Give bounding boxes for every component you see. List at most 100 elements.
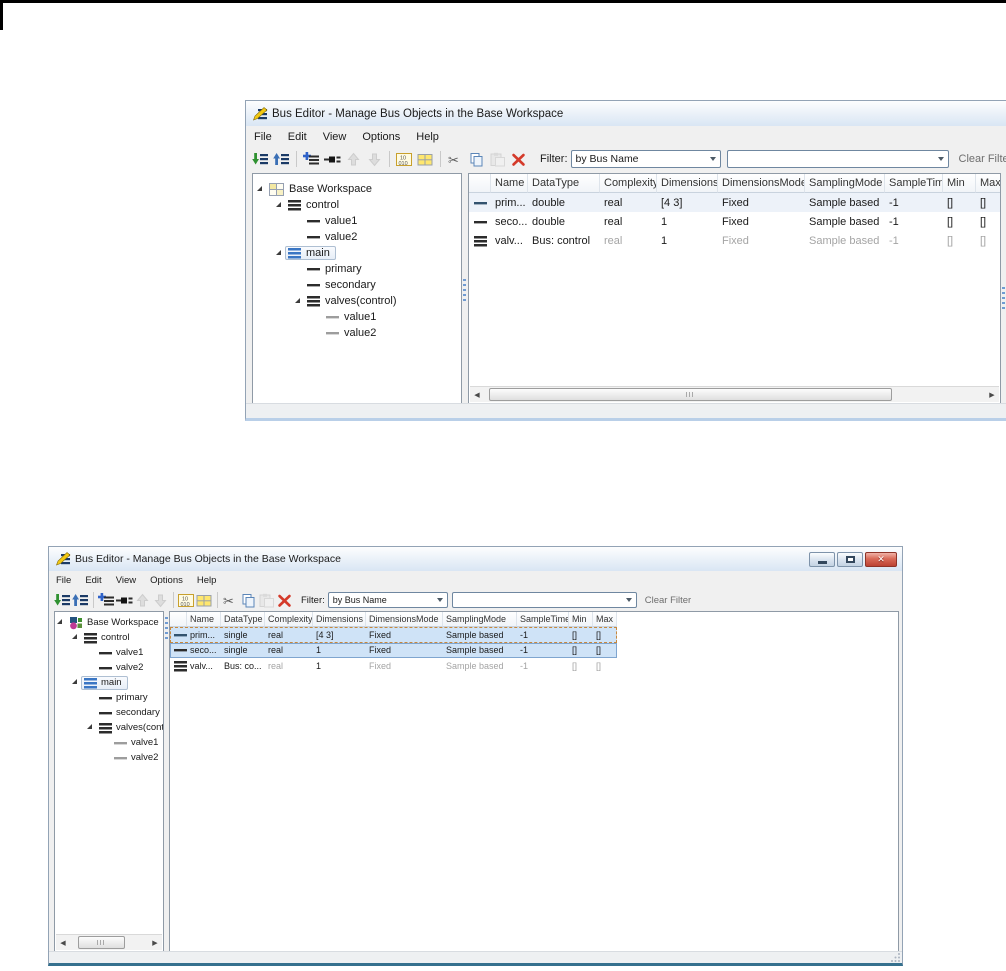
title-bar[interactable]: Bus Editor - Manage Bus Objects in the B… — [49, 547, 902, 572]
tree-item-secondary[interactable]: secondary — [55, 705, 163, 720]
table-row[interactable]: seco... single real 1 Fixed Sample based -1 [] [… — [170, 642, 617, 658]
tree-item-value1[interactable]: value1 — [253, 309, 461, 325]
close-button[interactable]: ✕ — [865, 551, 897, 567]
title-bar[interactable]: Bus Editor - Manage Bus Objects in the B… — [246, 101, 1006, 127]
minimize-button[interactable] — [809, 551, 835, 567]
add-bus-icon[interactable] — [302, 150, 321, 169]
tree-item-value2[interactable]: value2 — [253, 325, 461, 341]
tree-item-valves-control-[interactable]: valves(control) — [253, 293, 461, 309]
paste-icon[interactable] — [258, 592, 275, 609]
filter-text-input[interactable] — [727, 152, 934, 166]
menu-view[interactable]: View — [109, 575, 143, 586]
tree-item-control[interactable]: control — [55, 630, 163, 645]
tree-item-main[interactable]: main — [55, 675, 163, 690]
binary-display-icon[interactable]: 10 010 — [178, 592, 195, 609]
clear-filter-button[interactable]: Clear Filter — [645, 595, 691, 606]
filter-text-input[interactable] — [452, 593, 622, 607]
grid-view-icon[interactable] — [196, 592, 213, 609]
menu-options[interactable]: Options — [143, 575, 190, 586]
grid-view-icon[interactable] — [416, 150, 435, 169]
column-header-datatype[interactable]: DataType — [528, 174, 600, 193]
filter-text-combo[interactable] — [726, 150, 949, 168]
column-header-max[interactable]: Max — [976, 174, 1000, 193]
tree-item-primary[interactable]: primary — [55, 690, 163, 705]
pane-splitter-handle[interactable] — [463, 279, 466, 303]
move-up-icon[interactable] — [134, 592, 151, 609]
tree-item-valve2[interactable]: valve2 — [55, 750, 163, 765]
table-row[interactable]: seco... double real 1 Fixed Sample based -1 [] [… — [469, 212, 1000, 231]
column-header-dimensionsmode[interactable]: DimensionsMode — [718, 174, 805, 193]
tree-item-base-workspace[interactable]: Base Workspace — [55, 615, 163, 630]
tree-item-valve2[interactable]: valve2 — [55, 660, 163, 675]
add-bus-icon[interactable] — [98, 592, 115, 609]
tree-item-base-workspace[interactable]: Base Workspace — [253, 181, 461, 197]
horizontal-scrollbar[interactable]: ◀ ▶ — [56, 934, 162, 950]
move-up-icon[interactable] — [344, 150, 363, 169]
tree-item-control[interactable]: control — [253, 197, 461, 213]
scrollbar-track[interactable] — [484, 387, 985, 402]
column-header-datatype[interactable]: DataType — [221, 612, 265, 627]
scrollbar-track[interactable] — [70, 935, 148, 950]
import-icon[interactable] — [251, 150, 270, 169]
pane-splitter-handle[interactable] — [165, 617, 168, 641]
menu-options[interactable]: Options — [354, 131, 408, 143]
tree-item-valve1[interactable]: valve1 — [55, 735, 163, 750]
cut-icon[interactable]: ✂ — [222, 592, 239, 609]
horizontal-scrollbar[interactable]: ◀ ▶ — [470, 386, 999, 402]
menu-file[interactable]: File — [246, 131, 280, 143]
tree-item-valves-control-[interactable]: valves(control) — [55, 720, 163, 735]
column-header-max[interactable]: Max — [593, 612, 617, 627]
delete-icon[interactable] — [276, 592, 293, 609]
column-header-samplingmode[interactable]: SamplingMode — [805, 174, 885, 193]
move-down-icon[interactable] — [152, 592, 169, 609]
delete-icon[interactable] — [509, 150, 528, 169]
column-header-dimensions[interactable]: Dimensions — [313, 612, 366, 627]
column-header-complexity[interactable]: Complexity — [600, 174, 657, 193]
scroll-left-arrow-icon[interactable]: ◀ — [56, 935, 70, 950]
tree-item-secondary[interactable]: secondary — [253, 277, 461, 293]
scroll-right-arrow-icon[interactable]: ▶ — [148, 935, 162, 950]
column-header-samplingmode[interactable]: SamplingMode — [443, 612, 517, 627]
filter-by-dropdown[interactable]: by Bus Name — [570, 150, 721, 168]
filter-text-combo[interactable] — [451, 592, 637, 608]
tree-item-main[interactable]: main — [253, 245, 461, 261]
tree-expander-icon[interactable] — [295, 297, 300, 303]
column-header-min[interactable]: Min — [569, 612, 593, 627]
column-header-blank[interactable] — [469, 174, 491, 193]
table-row[interactable]: valv... Bus: control real 1 Fixed Sample base… — [469, 231, 1000, 250]
tree-expander-icon[interactable] — [72, 679, 77, 684]
menu-edit[interactable]: Edit — [280, 131, 315, 143]
scroll-right-arrow-icon[interactable]: ▶ — [985, 387, 999, 402]
tree-item-valve1[interactable]: valve1 — [55, 645, 163, 660]
menu-help[interactable]: Help — [408, 131, 447, 143]
tree-expander-icon[interactable] — [276, 249, 281, 255]
table-row[interactable]: valv... Bus: co... real 1 Fixed Sample based -… — [170, 658, 617, 674]
tree-item-primary[interactable]: primary — [253, 261, 461, 277]
column-header-blank[interactable] — [170, 612, 187, 627]
column-header-name[interactable]: Name — [491, 174, 528, 193]
export-icon[interactable] — [72, 592, 89, 609]
menu-view[interactable]: View — [315, 131, 355, 143]
cut-icon[interactable]: ✂ — [446, 150, 465, 169]
scroll-left-arrow-icon[interactable]: ◀ — [470, 387, 484, 402]
scrollbar-thumb[interactable] — [77, 936, 126, 949]
menu-help[interactable]: Help — [190, 575, 224, 586]
tree-expander-icon[interactable] — [276, 201, 281, 207]
menu-file[interactable]: File — [49, 575, 78, 586]
filter-by-dropdown[interactable]: by Bus Name — [327, 592, 448, 608]
table-row[interactable]: prim... double real [4 3] Fixed Sample based -… — [469, 193, 1000, 212]
add-element-icon[interactable] — [116, 592, 133, 609]
scrollbar-thumb[interactable] — [489, 388, 892, 401]
tree-expander-icon[interactable] — [57, 619, 62, 624]
copy-icon[interactable] — [240, 592, 257, 609]
column-header-name[interactable]: Name — [187, 612, 221, 627]
column-header-dimensions[interactable]: Dimensions — [657, 174, 718, 193]
binary-display-icon[interactable]: 10 010 — [395, 150, 414, 169]
export-icon[interactable] — [272, 150, 291, 169]
paste-icon[interactable] — [488, 150, 507, 169]
add-element-icon[interactable] — [323, 150, 342, 169]
move-down-icon[interactable] — [365, 150, 384, 169]
table-row[interactable]: prim... single real [4 3] Fixed Sample based -… — [170, 627, 617, 643]
column-header-min[interactable]: Min — [943, 174, 976, 193]
copy-icon[interactable] — [467, 150, 486, 169]
